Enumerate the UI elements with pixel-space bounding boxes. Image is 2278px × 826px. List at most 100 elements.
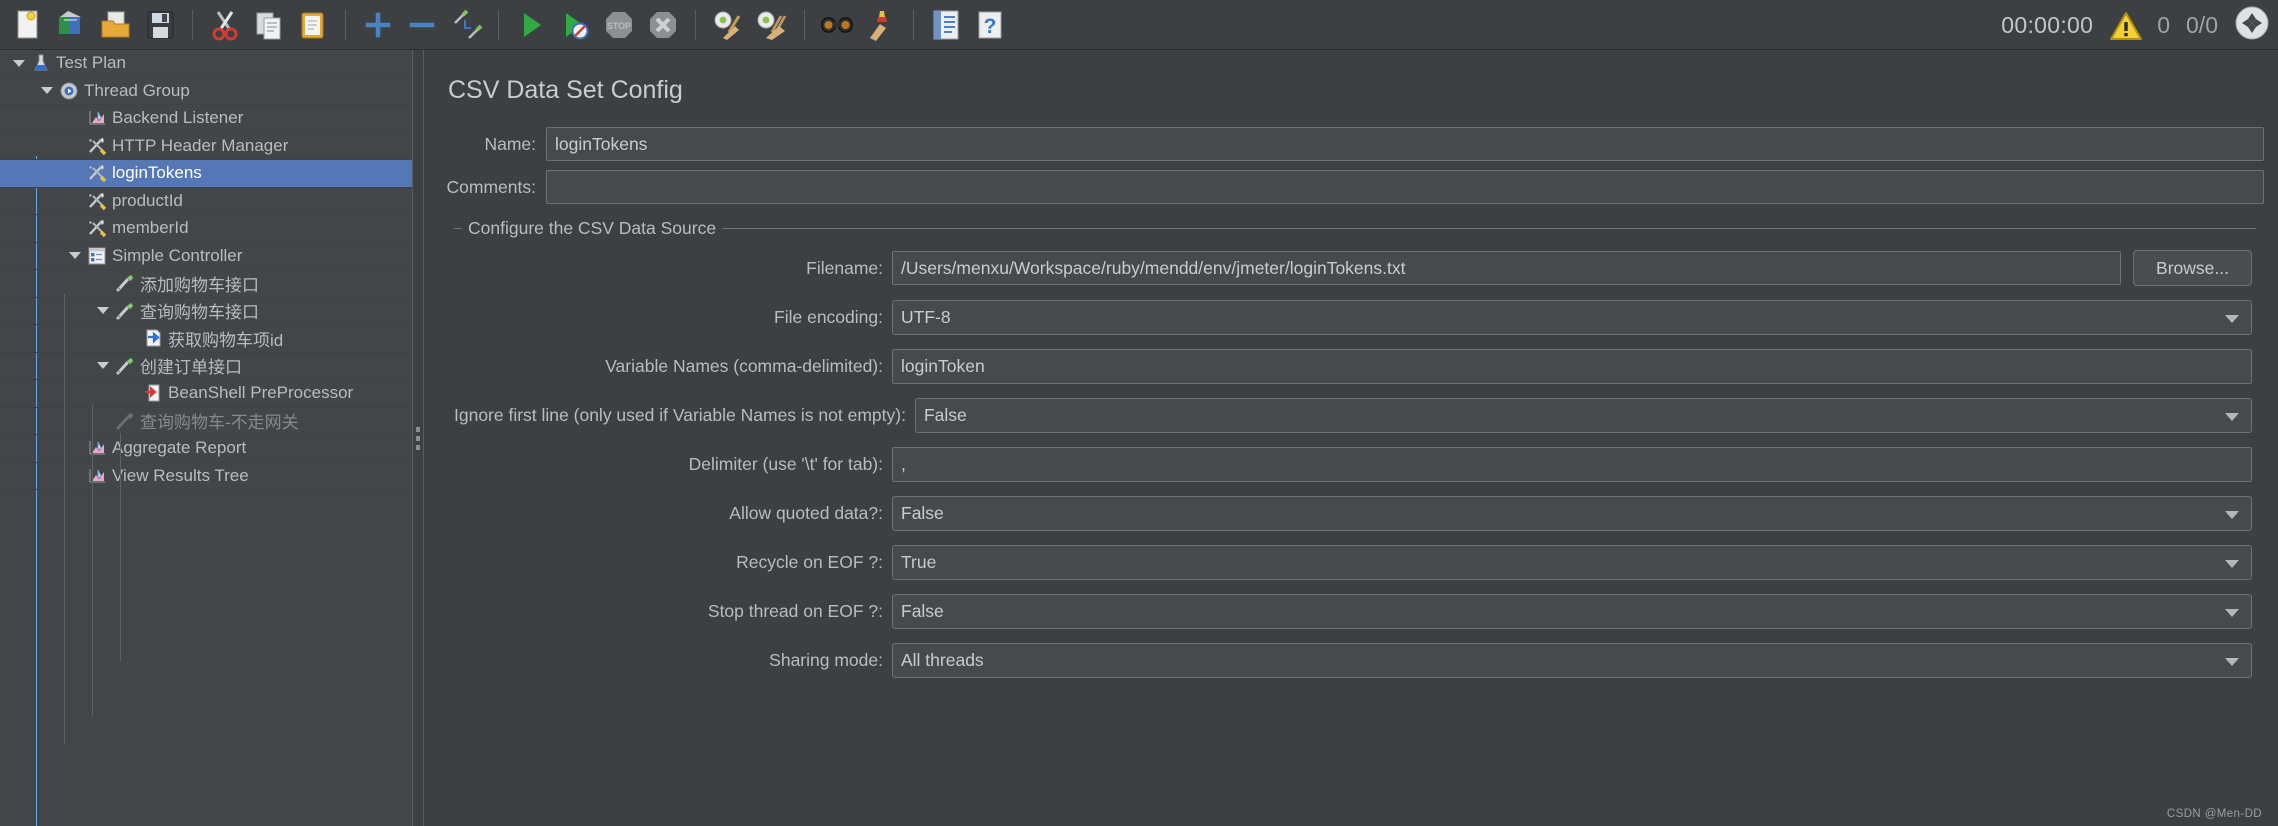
sampler-icon	[114, 355, 136, 377]
ignore-first-line-only-used-if-variable-names-is-not-empty-select[interactable]: False	[914, 398, 2252, 433]
tree-twisty-spacer	[64, 435, 86, 462]
recycle-on-eof-select[interactable]: True	[892, 545, 2252, 580]
tree-item-aggregate-report[interactable]: Aggregate Report	[0, 435, 412, 463]
function-helper-icon[interactable]	[924, 3, 968, 47]
shutdown-icon[interactable]	[641, 3, 685, 47]
variable-names-comma-delimited-label: Variable Names (comma-delimited):	[605, 356, 883, 376]
main-split-pane: Test Plan Thread Group Backend Listener HTT…	[0, 50, 2278, 826]
name-row: Name: loginTokens	[446, 127, 2264, 161]
search-icon[interactable]	[815, 3, 859, 47]
tree-item-view-results-tree[interactable]: View Results Tree	[0, 463, 412, 490]
tree-twisty-spacer	[64, 188, 86, 215]
copy-icon[interactable]	[247, 3, 291, 47]
chevron-down-icon[interactable]	[92, 353, 114, 380]
config-element-icon	[86, 190, 108, 212]
sharing-mode-select[interactable]: All threads	[892, 643, 2252, 678]
tree-twisty-spacer	[92, 408, 114, 435]
jmeter-logo-icon[interactable]	[2234, 5, 2270, 46]
tree-item-productid[interactable]: productId	[0, 188, 412, 215]
chevron-down-icon[interactable]	[8, 50, 30, 77]
tree-item-beanshell-preprocessor[interactable]: BeanShell PreProcessor	[0, 380, 412, 408]
page-title: CSV Data Set Config	[448, 76, 683, 104]
tree-item-test-plan[interactable]: Test Plan	[0, 50, 412, 78]
tree-item-label: Simple Controller	[112, 245, 243, 265]
field-row-variable-names-comma-delimited: Variable Names (comma-delimited): loginTo…	[454, 349, 2252, 384]
tree-item-查询购物车接口[interactable]: 查询购物车接口	[0, 298, 412, 325]
tree-item-查询购物车-不走网关[interactable]: 查询购物车-不走网关	[0, 408, 412, 435]
cut-icon[interactable]	[203, 3, 247, 47]
filename-input[interactable]: /Users/menxu/Workspace/ruby/mendd/env/jm…	[892, 251, 2122, 285]
tree-item-添加购物车接口[interactable]: 添加购物车接口	[0, 270, 412, 298]
clear-all-icon[interactable]	[750, 3, 794, 47]
delimiter-use-t-for-tab-label: Delimiter (use '\t' for tab):	[688, 454, 883, 474]
tree-item-memberid[interactable]: memberId	[0, 215, 412, 243]
sampler-icon	[114, 272, 136, 294]
tree-item-backend-listener[interactable]: Backend Listener	[0, 105, 412, 133]
chevron-down-icon[interactable]	[36, 78, 58, 105]
tree-twisty-spacer	[92, 270, 114, 297]
stop-thread-on-eof-select[interactable]: False	[892, 594, 2252, 629]
tree-item-simple-controller[interactable]: Simple Controller	[0, 243, 412, 270]
tree-item-创建订单接口[interactable]: 创建订单接口	[0, 353, 412, 380]
browse-button[interactable]: Browse...	[2133, 250, 2252, 286]
tree-twisty-spacer	[120, 325, 142, 352]
open-icon[interactable]	[94, 3, 138, 47]
svg-text:STOP: STOP	[607, 21, 631, 31]
file-encoding-label: File encoding:	[774, 307, 883, 327]
chevron-down-icon[interactable]	[92, 298, 114, 325]
toolbar-file-group	[6, 3, 182, 47]
start-icon[interactable]	[509, 3, 553, 47]
chevron-down-icon	[2225, 608, 2239, 617]
tree-item-thread-group[interactable]: Thread Group	[0, 78, 412, 105]
toggle-icon[interactable]	[444, 3, 488, 47]
toolbar-divider	[345, 9, 346, 40]
tree-item-获取购物车项id[interactable]: 获取购物车项id	[0, 325, 412, 353]
pane-splitter[interactable]	[412, 50, 424, 826]
sampler-icon	[114, 300, 136, 322]
collapse-all-icon[interactable]	[400, 3, 444, 47]
comments-input[interactable]	[546, 170, 2264, 204]
help-icon[interactable]: ?	[968, 3, 1012, 47]
field-row-sharing-mode: Sharing mode: All threads	[454, 643, 2252, 678]
tree-item-http-header-manager[interactable]: HTTP Header Manager	[0, 133, 412, 160]
toolbar-divider	[192, 9, 193, 40]
field-row-file-encoding: File encoding: UTF-8	[454, 300, 2252, 335]
templates-icon[interactable]	[50, 3, 94, 47]
warning-count: 0	[2157, 11, 2171, 38]
new-icon[interactable]	[6, 3, 50, 47]
tree-item-label: memberId	[112, 218, 189, 238]
tree-item-label: Backend Listener	[112, 108, 244, 128]
name-input[interactable]: loginTokens	[546, 127, 2264, 161]
clear-icon[interactable]	[706, 3, 750, 47]
config-element-icon	[86, 162, 108, 184]
comments-row: Comments:	[446, 170, 2264, 204]
tree-twisty-spacer	[120, 380, 142, 407]
chevron-down-icon[interactable]	[64, 243, 86, 270]
tree-item-label: 查询购物车接口	[140, 303, 259, 323]
warning-icon[interactable]	[2109, 10, 2143, 40]
variable-names-comma-delimited-input[interactable]: loginToken	[892, 349, 2252, 384]
chevron-down-icon	[2225, 314, 2239, 323]
file-encoding-select[interactable]: UTF-8	[892, 300, 2252, 335]
watermark: CSDN @Men-DD	[2166, 808, 2262, 820]
config-element-icon	[86, 217, 108, 239]
tree-item-logintokens[interactable]: loginTokens	[0, 160, 412, 188]
group-header: Configure the CSV Data Source	[454, 218, 2256, 238]
stop-icon[interactable]: STOP	[597, 3, 641, 47]
expand-all-icon[interactable]	[356, 3, 400, 47]
thread-group-icon	[58, 80, 80, 102]
test-plan-tree[interactable]: Test Plan Thread Group Backend Listener HTT…	[0, 50, 412, 826]
paste-icon[interactable]	[291, 3, 335, 47]
field-row-allow-quoted-data: Allow quoted data?: False	[454, 496, 2252, 531]
chevron-down-icon	[2225, 559, 2239, 568]
allow-quoted-data-label: Allow quoted data?:	[729, 503, 883, 523]
delimiter-use-t-for-tab-input[interactable]: ,	[892, 447, 2252, 482]
toolbar-divider	[695, 9, 696, 40]
start-no-pauses-icon[interactable]	[553, 3, 597, 47]
sampler-disabled-icon	[114, 410, 136, 432]
allow-quoted-data-select[interactable]: False	[892, 496, 2252, 531]
reset-search-icon[interactable]	[859, 3, 903, 47]
save-icon[interactable]	[138, 3, 182, 47]
